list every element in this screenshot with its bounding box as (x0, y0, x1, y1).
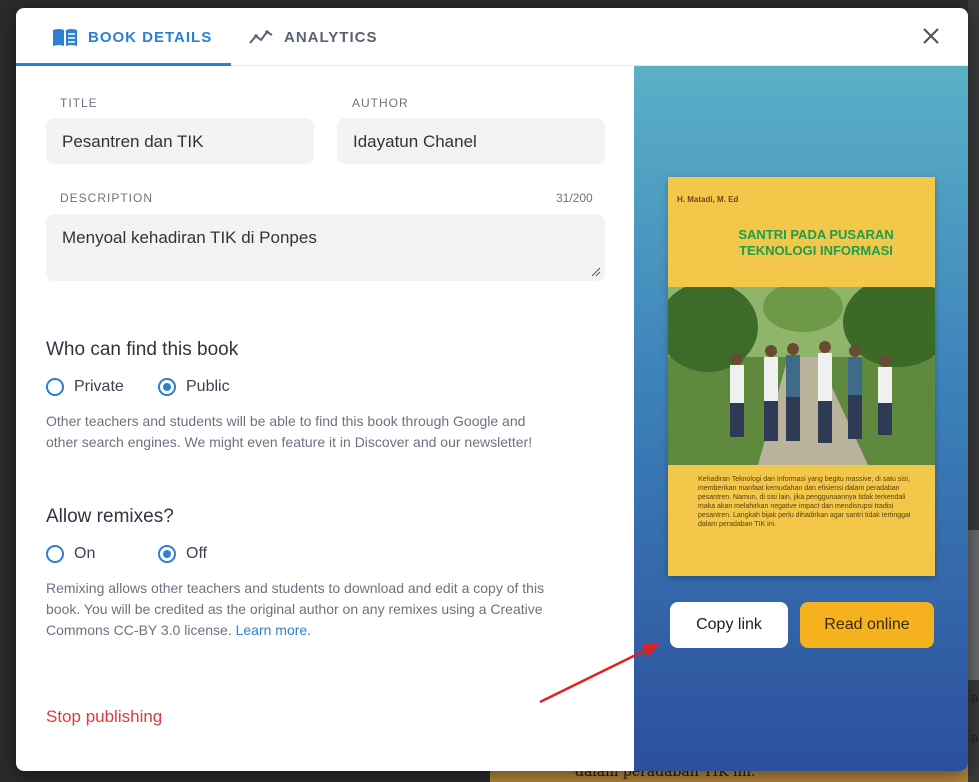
description-counter: 31/200 (556, 191, 593, 205)
learn-more-link[interactable]: Learn more. (236, 622, 311, 638)
radio-label: On (74, 545, 96, 562)
remix-help-text: Remixing allows other teachers and stude… (46, 578, 546, 641)
background-chip (968, 530, 979, 680)
radio-public[interactable]: Public (158, 378, 230, 396)
close-button[interactable] (916, 23, 946, 53)
radio-remix-off[interactable]: Off (158, 545, 207, 563)
tab-book-details[interactable]: BOOK DETAILS (52, 8, 212, 66)
visibility-help-text: Other teachers and students will be able… (46, 413, 533, 450)
cover-preview-panel: H. Matadi, M. Ed SANTRI PADA PUSARAN TEK… (634, 66, 968, 771)
description-field[interactable]: Menyoal kehadiran TIK di Ponpes (46, 214, 605, 281)
book-details-form: TITLE Pesantren dan TIK AUTHOR Idayatun … (16, 66, 634, 771)
cover-title: SANTRI PADA PUSARAN TEKNOLOGI INFORMASI (738, 227, 894, 258)
author-field[interactable]: Idayatun Chanel (337, 118, 605, 164)
tab-analytics[interactable]: ANALYTICS (248, 8, 377, 66)
close-icon (922, 27, 940, 50)
read-online-button[interactable]: Read online (800, 602, 934, 648)
title-field[interactable]: Pesantren dan TIK (46, 118, 314, 164)
radio-unselected-icon (46, 545, 64, 563)
radio-label: Off (186, 545, 208, 562)
book-cover: H. Matadi, M. Ed SANTRI PADA PUSARAN TEK… (668, 177, 935, 576)
stop-publishing-link[interactable]: Stop publishing (46, 707, 162, 727)
radio-remix-on[interactable]: On (46, 545, 95, 563)
book-settings-modal: BOOK DETAILS ANALYTICS TITLE Pesantren d… (16, 8, 968, 771)
visibility-heading: Who can find this book (46, 339, 239, 360)
copy-link-button[interactable]: Copy link (670, 602, 788, 648)
author-label: AUTHOR (352, 96, 409, 110)
radio-selected-icon (158, 378, 176, 396)
background-letter: a (971, 690, 979, 705)
radio-label: Private (74, 378, 124, 395)
radio-selected-icon (158, 545, 176, 563)
cover-author: H. Matadi, M. Ed (677, 195, 739, 204)
radio-label: Public (186, 378, 230, 395)
resize-grip-icon[interactable] (591, 267, 601, 277)
tab-bar: BOOK DETAILS ANALYTICS (16, 8, 968, 66)
background-letter: a (971, 730, 979, 745)
book-icon (52, 27, 78, 47)
remix-heading: Allow remixes? (46, 506, 174, 527)
cover-blurb: Kehadiran Teknologi dan Informasi yang b… (698, 476, 911, 528)
analytics-icon (248, 28, 274, 46)
cover-photo (668, 287, 935, 465)
description-label: DESCRIPTION (60, 191, 154, 205)
radio-private[interactable]: Private (46, 378, 124, 396)
tab-label: BOOK DETAILS (88, 28, 213, 46)
radio-unselected-icon (46, 378, 64, 396)
title-label: TITLE (60, 96, 98, 110)
tab-label: ANALYTICS (284, 28, 378, 46)
